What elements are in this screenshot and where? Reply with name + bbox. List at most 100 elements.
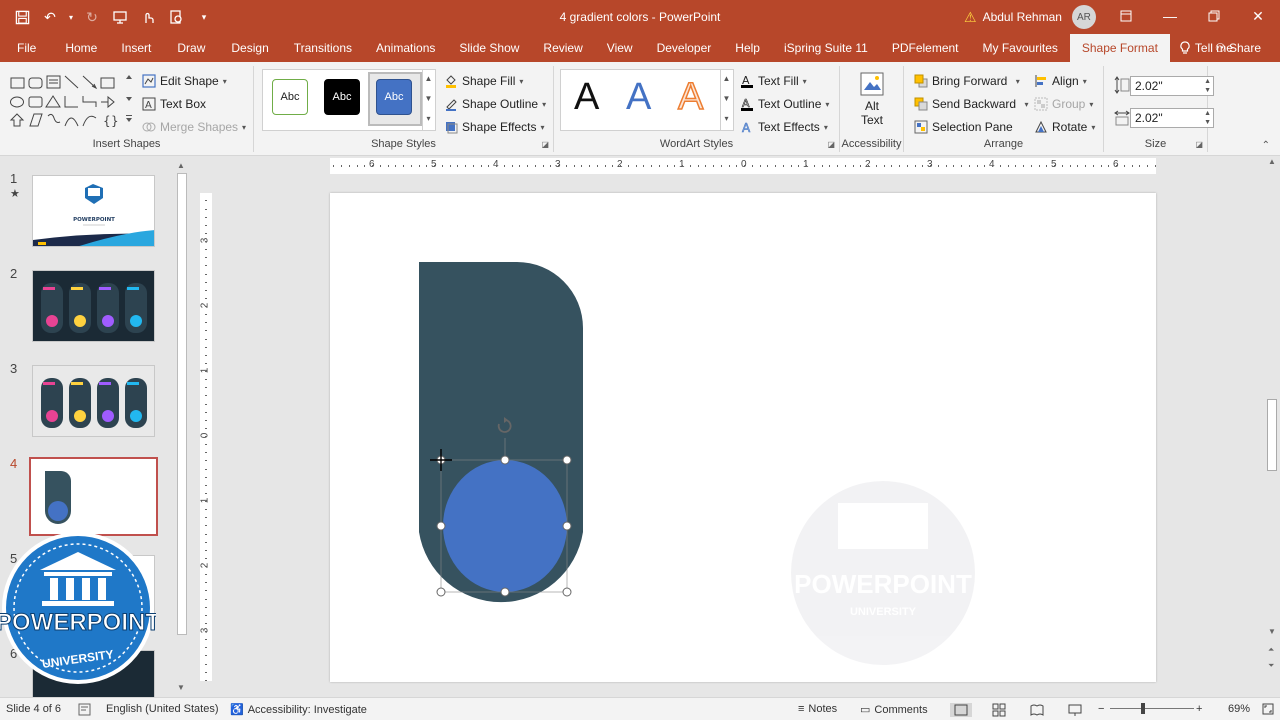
style-swatch-black[interactable]: Abc [324,79,360,115]
tab-developer[interactable]: Developer [645,34,724,62]
zoom-slider[interactable] [1110,708,1194,709]
text-effects-button[interactable]: A Text Effects ▾ [740,117,828,137]
customize-toolbar-icon[interactable]: ▾ [192,6,216,28]
rotate-button[interactable]: Rotate ▾ [1034,117,1095,137]
undo-dropdown-icon[interactable]: ▾ [66,6,76,28]
tab-insert[interactable]: Insert [108,34,164,62]
tab-file[interactable]: File [0,34,53,62]
scroll-down-icon[interactable]: ▼ [177,683,185,692]
slide-thumbnail-3[interactable] [32,365,155,437]
zoom-level[interactable]: 69% [1228,703,1250,715]
tab-slide-show[interactable]: Slide Show [447,34,531,62]
scroll-up-icon[interactable]: ▲ [177,161,185,170]
tab-home[interactable]: Home [53,34,108,62]
zoom-out-icon[interactable]: − [1098,703,1104,715]
previous-slide-icon[interactable]: ⏶ [1268,645,1274,655]
tab-transitions[interactable]: Transitions [282,34,364,62]
shape-fill-button[interactable]: Shape Fill ▾ [444,71,523,91]
blue-circle-shape[interactable] [443,460,567,592]
thumbnail-scrollbar-thumb[interactable] [177,173,187,635]
tab-review[interactable]: Review [531,34,594,62]
wordart-style-black[interactable]: A [574,76,599,119]
shape-height-spinner[interactable]: ▲ ▼ [1204,77,1211,95]
restore-icon[interactable] [1192,0,1236,32]
account-area[interactable]: ⚠ Abdul Rehman AR [964,5,1096,29]
style-swatch-blue[interactable]: Abc [376,79,412,115]
ribbon-display-options-icon[interactable] [1104,0,1148,32]
shape-height-input[interactable]: 2.02" ▲ ▼ [1130,76,1214,96]
share-button[interactable]: ⚇ Share [1206,34,1270,62]
shape-outline-button[interactable]: Shape Outline ▾ [444,94,546,114]
zoom-slider-handle[interactable] [1141,703,1145,714]
wordart-scroll[interactable]: ▲ ▼ ▾ [720,69,732,131]
slide-show-view-icon[interactable] [1068,703,1082,717]
close-icon[interactable]: ✕ [1236,0,1280,32]
wordart-dialog-launcher[interactable]: ◪ [827,140,835,149]
shape-width-spinner[interactable]: ▲ ▼ [1204,109,1211,127]
undo-icon[interactable]: ↶ [38,6,62,28]
group-button[interactable]: Group ▾ [1034,94,1093,114]
fit-to-window-icon[interactable] [1262,703,1274,715]
vruler-minor-tick [205,379,207,381]
shapes-gallery[interactable]: { } [8,70,134,132]
shape-effects-button[interactable]: Shape Effects ▾ [444,117,545,137]
text-box-button[interactable]: A Text Box [142,94,206,114]
tab-my-favourites[interactable]: My Favourites [971,34,1070,62]
text-fill-button[interactable]: A Text Fill ▾ [740,71,807,91]
redo-icon[interactable]: ↻ [80,6,104,28]
selection-pane-button[interactable]: Selection Pane [914,117,1013,137]
minimize-icon[interactable]: — [1148,0,1192,32]
tab-draw[interactable]: Draw [164,34,218,62]
hruler-minor-tick [790,165,792,167]
slide-canvas[interactable]: POWERPOINT UNIVERSITY [330,193,1156,682]
shape-styles-dialog-launcher[interactable]: ◪ [541,140,549,149]
spelling-check-icon[interactable] [78,703,91,716]
slide-counter[interactable]: Slide 4 of 6 [6,703,61,715]
slide-scrollbar-thumb[interactable] [1267,399,1277,471]
edit-shape-button[interactable]: Edit Shape ▾ [142,71,227,91]
shape-width-input[interactable]: 2.02" ▲ ▼ [1130,108,1214,128]
tab-design[interactable]: Design [218,34,281,62]
tab-shape-format[interactable]: Shape Format [1069,34,1170,62]
wordart-style-blue[interactable]: A [626,76,651,119]
text-outline-button[interactable]: A Text Outline ▾ [740,94,829,114]
size-dialog-launcher[interactable]: ◪ [1195,140,1203,149]
style-swatch-outline[interactable]: Abc [272,79,308,115]
collapse-ribbon-icon[interactable]: ⌃ [1262,140,1270,151]
next-slide-icon[interactable]: ⏷ [1268,661,1274,671]
slide-vertical-scrollbar[interactable]: ▲ ▼ ⏶ ⏷ [1264,157,1280,697]
slide-thumbnail-2[interactable] [32,270,155,342]
vruler-minor-tick [205,208,207,210]
merge-shapes-button[interactable]: Merge Shapes ▾ [142,117,246,137]
tab-animations[interactable]: Animations [364,34,447,62]
thumbnail-scrollbar[interactable]: ▲ ▼ [175,161,189,692]
slide-thumbnail-1[interactable]: POWERPOINT [32,175,155,247]
send-backward-button[interactable]: Send Backward ▾ [914,94,1029,114]
notes-button[interactable]: ≡ Notes [798,703,837,715]
wordart-style-orange-outline[interactable]: A [677,75,704,119]
alt-text-button[interactable]: Alt Text [854,70,890,136]
scroll-down-arrow-icon[interactable]: ▼ [1268,627,1276,636]
tab-pdfelement[interactable]: PDFelement [880,34,971,62]
shape-styles-scroll[interactable]: ▲ ▼ ▾ [422,69,434,131]
bring-forward-button[interactable]: Bring Forward ▾ [914,71,1020,91]
hruler-minor-tick [806,165,807,167]
tab-help[interactable]: Help [723,34,772,62]
print-preview-icon[interactable] [164,6,188,28]
language-indicator[interactable]: English (United States) [106,703,219,715]
slide-thumbnail-4[interactable] [29,457,158,536]
slide-sorter-icon[interactable] [992,703,1006,717]
save-icon[interactable] [10,6,34,28]
accessibility-checker[interactable]: ♿ Accessibility: Investigate [230,703,367,717]
scroll-up-arrow-icon[interactable]: ▲ [1268,157,1276,166]
present-from-beginning-icon[interactable] [108,6,132,28]
align-button[interactable]: Align ▾ [1034,71,1087,91]
reading-view-icon[interactable] [1030,703,1044,717]
comments-button[interactable]: ▭ Comments [860,703,928,717]
touch-mode-icon[interactable] [136,6,160,28]
zoom-in-icon[interactable]: + [1196,703,1202,715]
tab-ispring-suite[interactable]: iSpring Suite 11 [772,34,880,62]
avatar[interactable]: AR [1071,5,1096,29]
tab-view[interactable]: View [595,34,645,62]
normal-view-icon[interactable] [950,703,972,717]
